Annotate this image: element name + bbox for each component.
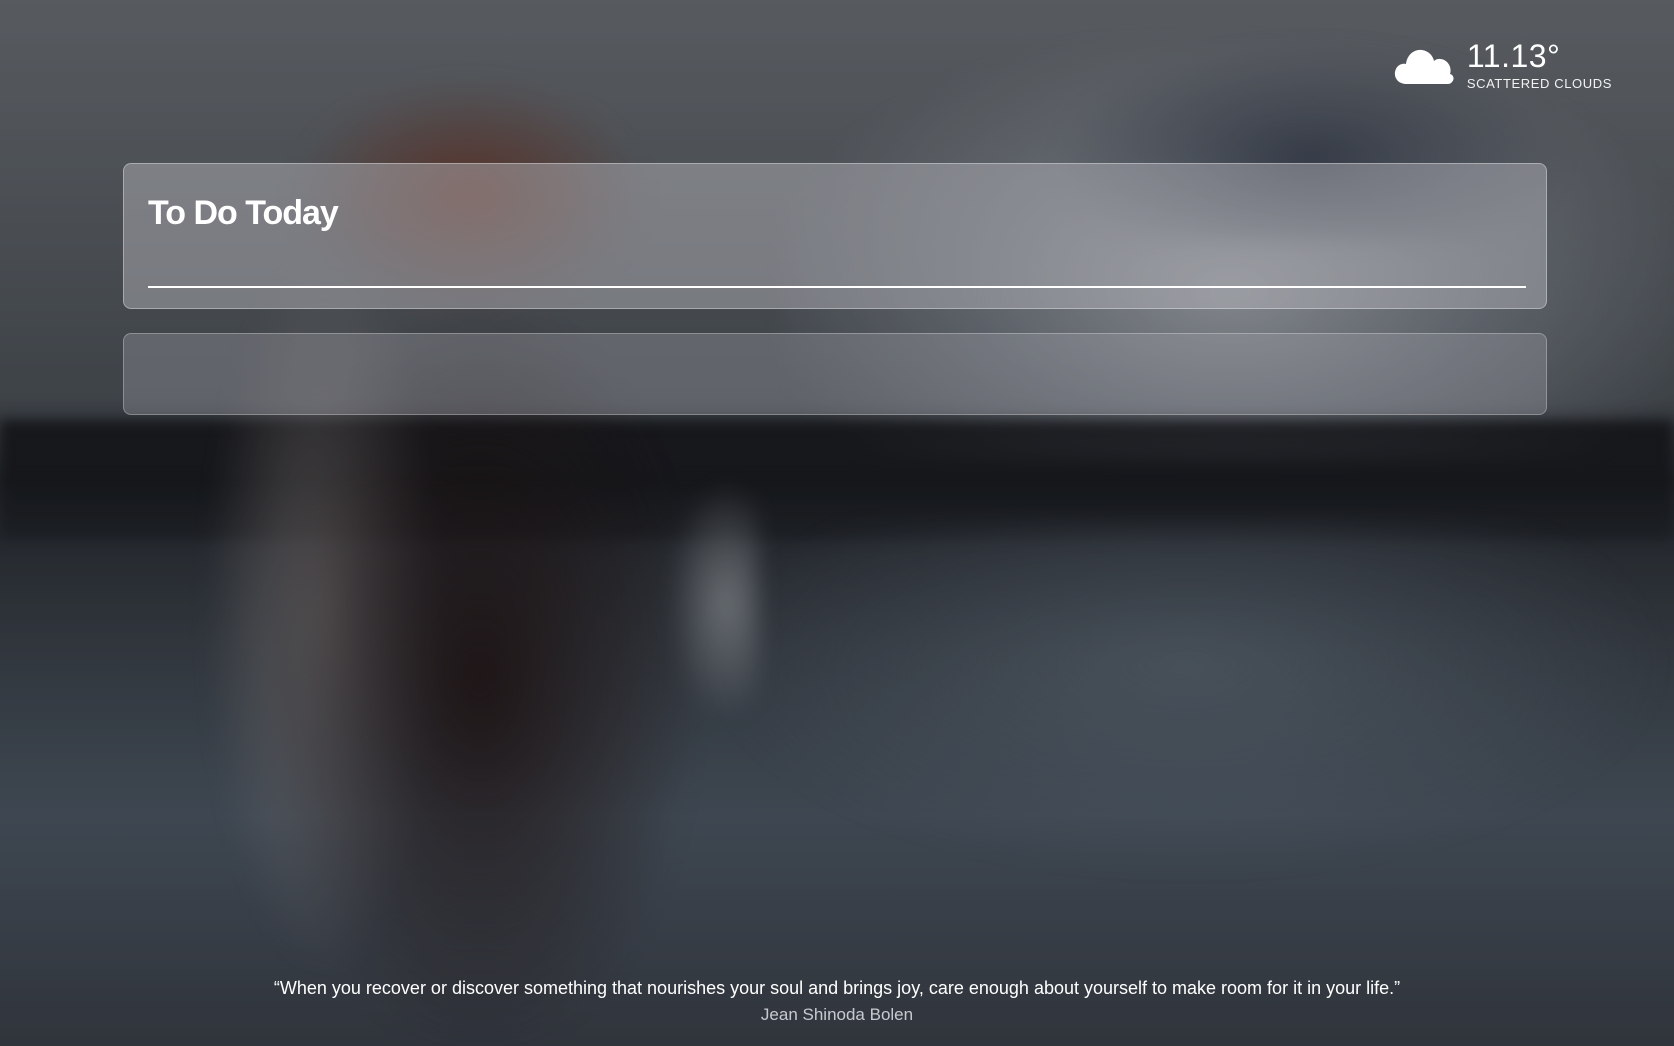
- quote-text: “When you recover or discover something …: [273, 978, 1401, 998]
- weather-description: SCATTERED CLOUDS: [1466, 76, 1612, 91]
- todo-title: To Do Today: [148, 194, 339, 232]
- background-overlay: [0, 0, 1674, 1046]
- todo-panel: To Do Today: [123, 163, 1547, 309]
- weather-temperature: 11.13°: [1466, 38, 1561, 74]
- background-photo: [0, 0, 1674, 1046]
- todo-list-panel: [123, 333, 1547, 415]
- quote-block: “When you recover or discover something …: [0, 978, 1674, 1025]
- new-todo-input[interactable]: [148, 260, 1526, 288]
- weather-info: 11.13° SCATTERED CLOUDS: [1467, 38, 1612, 91]
- quote-author: Jean Shinoda Bolen: [760, 1005, 914, 1024]
- weather-widget: 11.13° SCATTERED CLOUDS: [1393, 38, 1612, 91]
- cloud-icon: [1394, 49, 1454, 84]
